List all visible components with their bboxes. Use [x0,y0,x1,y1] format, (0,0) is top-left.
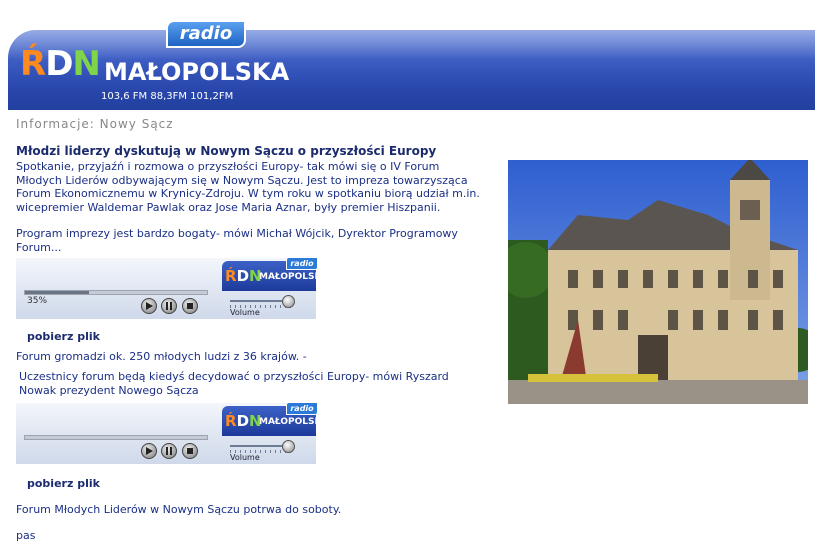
player-logo: radio ŔDN MAŁOPOLSKA [222,402,328,436]
article-paragraph-2: Program imprezy jest bardzo bogaty- mówi… [16,227,458,254]
player-logo-rdn: ŔDN [225,412,262,430]
article-paragraph-4: Uczestnicy forum będą kiedyś decydować o… [19,370,449,397]
logo-letter-r: Ŕ [20,44,46,84]
pause-button[interactable] [161,443,177,459]
article-paragraph-1: Spotkanie, przyjaźń i rozmowa o przyszło… [16,160,480,214]
article-paragraph-5: Forum Młodych Liderów w Nowym Sączu potr… [16,503,342,516]
logo-letter-d: D [236,412,250,430]
logo-letter-r: Ŕ [225,267,237,285]
town-hall-image [508,160,808,404]
player-logo-tag: radio [286,257,318,270]
pause-icon [166,302,172,310]
station-frequencies: 103,6 FM 88,3FM 101,2FM [101,91,234,102]
logo-letter-d: D [45,44,73,84]
station-name: MAŁOPOLSKA [104,58,290,86]
play-icon [146,447,153,455]
progress-bar[interactable] [24,435,208,440]
player-logo: radio ŔDN MAŁOPOLSKA [222,257,328,291]
section-title: Informacje: Nowy Sącz [16,117,174,131]
download-link-1[interactable]: pobierz plik [27,330,100,343]
progress-fill [25,291,89,294]
logo-letter-n: N [72,44,100,84]
pause-button[interactable] [161,298,177,314]
player-logo-name: MAŁOPOLSKA [259,417,329,427]
player-logo-tag: radio [286,402,318,415]
download-link-2[interactable]: pobierz plik [27,477,100,490]
stop-button[interactable] [182,443,198,459]
rdn-logo[interactable]: ŔDN [20,44,101,84]
site-header: radio ŔDN MAŁOPOLSKA 103,6 FM 88,3FM 101… [8,18,815,110]
stop-icon [187,303,193,309]
audio-player-1: radio ŔDN MAŁOPOLSKA 35% Volume [16,257,328,319]
paragraph-line: Spotkanie, przyjaźń i rozmowa o przyszło… [16,160,440,173]
article-author: pas [16,529,36,542]
header-shine [8,30,815,60]
logo-letter-d: D [236,267,250,285]
progress-percent: 35% [27,296,48,306]
stop-button[interactable] [182,298,198,314]
paragraph-line: wicepremier Waldemar Pawlak oraz Jose Ma… [16,200,441,214]
player-logo-name: MAŁOPOLSKA [259,272,329,282]
volume-knob[interactable] [282,440,295,453]
progress-bar[interactable] [24,290,208,295]
paragraph-line: Forum Ekonomicznemu w Krynicy-Zdroju. W … [16,187,480,200]
volume-knob[interactable] [282,295,295,308]
pause-icon [166,447,172,455]
article-title: Młodzi liderzy dyskutują w Nowym Sączu o… [16,144,437,158]
play-button[interactable] [141,443,157,459]
logo-letter-r: Ŕ [225,412,237,430]
paragraph-line: Młodych Liderów odbywającym się w Nowym … [16,173,468,187]
play-button[interactable] [141,298,157,314]
paragraph-line: Program imprezy jest bardzo bogaty- mówi… [16,227,458,240]
volume-label: Volume [230,308,260,317]
volume-label: Volume [230,453,260,462]
paragraph-line: Uczestnicy forum będą kiedyś decydować o… [19,370,449,383]
stop-icon [187,448,193,454]
article-paragraph-3: Forum gromadzi ok. 250 młodych ludzi z 3… [16,350,307,363]
paragraph-line: Forum... [16,240,62,254]
audio-player-2: radio ŔDN MAŁOPOLSKA Volume [16,402,328,464]
town-hall-photo [508,160,808,404]
player-logo-rdn: ŔDN [225,267,262,285]
radio-tag: radio [166,20,246,48]
play-icon [146,302,153,310]
paragraph-line: Nowak prezydent Nowego Sącza [19,383,199,397]
